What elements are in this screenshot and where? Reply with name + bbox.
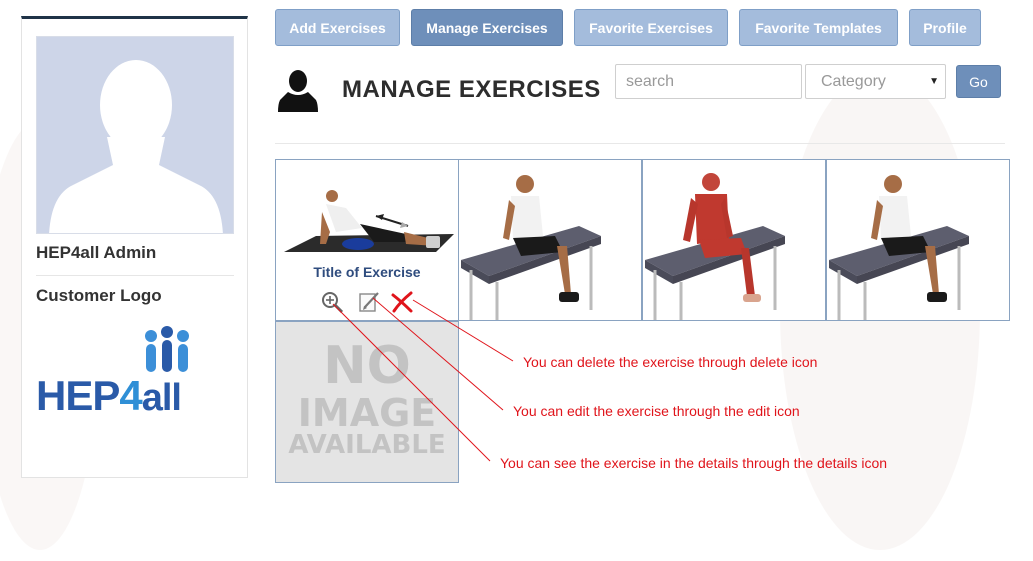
annotation-lines (332, 297, 514, 462)
annotation-edit: You can edit the exercise through the ed… (513, 403, 800, 419)
annotation-details: You can see the exercise in the details … (500, 455, 888, 471)
annotation-delete: You can delete the exercise through dele… (523, 354, 818, 370)
